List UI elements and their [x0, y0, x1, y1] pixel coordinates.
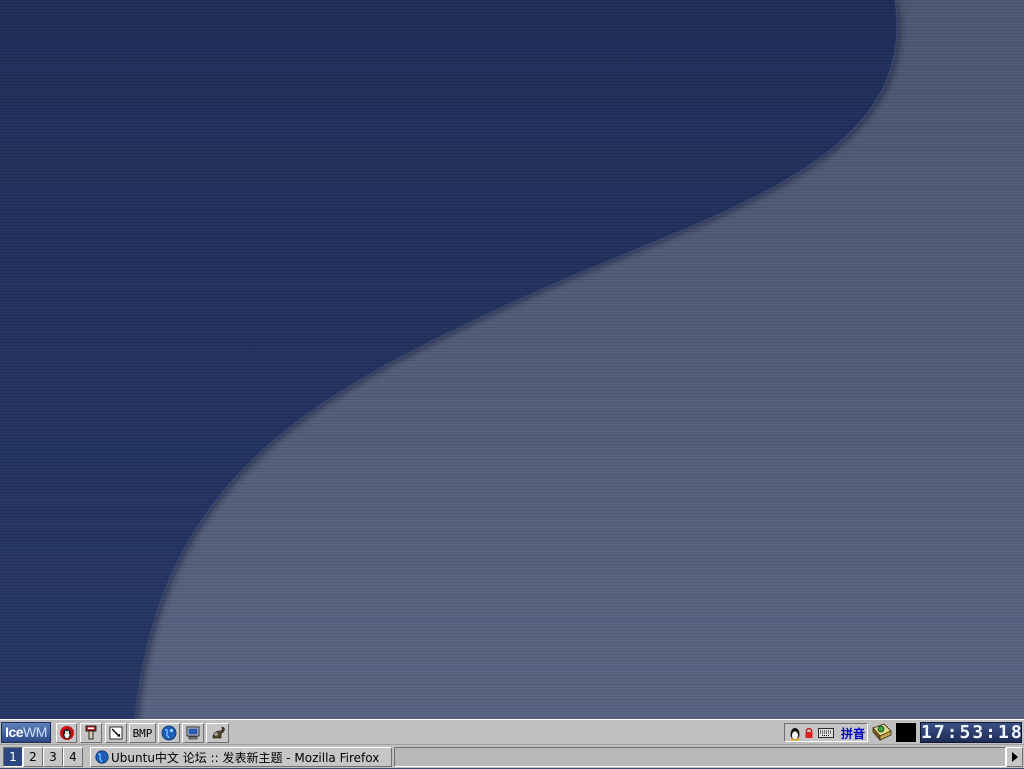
launch-editor-button[interactable]	[105, 723, 127, 743]
firefox-globe-icon	[95, 750, 109, 764]
tray-monitor[interactable]	[896, 723, 916, 742]
desktop-wallpaper	[0, 0, 1024, 719]
taskbar-top-row: IceWM BMP 拼音 17:53:18	[0, 720, 1024, 744]
penguin-icon	[59, 726, 74, 740]
keyboard-icon	[818, 728, 834, 738]
task-title: Ubuntu中文 论坛 :: 发表新主题 - Mozilla Firefox	[111, 750, 380, 765]
gimp-icon	[212, 726, 225, 739]
clock[interactable]: 17:53:18	[920, 722, 1022, 743]
computer-icon	[186, 726, 200, 740]
launch-bmp-viewer-button[interactable]: BMP	[129, 723, 156, 743]
launch-terminal-button[interactable]	[80, 723, 102, 743]
start-menu-button[interactable]: IceWM	[1, 722, 51, 743]
tray-lock[interactable]	[803, 725, 815, 741]
tux-icon	[790, 727, 800, 741]
arrow-right-icon	[1011, 752, 1018, 762]
task-list-empty-area	[394, 747, 1006, 767]
tray-pinyin-input[interactable]: 拼音	[837, 725, 869, 741]
launch-computer-button[interactable]	[182, 723, 204, 743]
task-scroll-right-button[interactable]	[1006, 747, 1023, 767]
launch-penguin-button[interactable]	[56, 723, 77, 743]
launch-gimp-button[interactable]	[206, 723, 229, 743]
tray-dictionary[interactable]	[870, 722, 894, 743]
start-label-ice: Ice	[5, 724, 24, 740]
launch-browser-button[interactable]	[158, 723, 180, 743]
workspace-2-button[interactable]: 2	[23, 747, 43, 767]
system-tray: 拼音	[784, 723, 868, 742]
dictionary-book-icon	[872, 723, 892, 742]
globe-icon	[161, 725, 177, 741]
tray-penguin[interactable]	[787, 725, 803, 741]
workspace-1-button[interactable]: 1	[3, 747, 23, 767]
task-button-firefox[interactable]: Ubuntu中文 论坛 :: 发表新主题 - Mozilla Firefox	[90, 747, 392, 767]
tray-keyboard[interactable]	[817, 725, 835, 741]
start-label-wm: WM	[23, 724, 47, 740]
lock-icon	[805, 727, 813, 738]
workspace-3-button[interactable]: 3	[43, 747, 63, 767]
taskbar: IceWM BMP 拼音 17:53:18 1 2 3 4 Ubuntu中文 论…	[0, 719, 1024, 768]
edit-icon	[109, 726, 123, 740]
workspace-4-button[interactable]: 4	[63, 747, 83, 767]
bmp-label: BMP	[132, 726, 153, 740]
taskbar-bottom-row: 1 2 3 4 Ubuntu中文 论坛 :: 发表新主题 - Mozilla F…	[0, 744, 1024, 769]
terminal-icon	[85, 725, 97, 740]
